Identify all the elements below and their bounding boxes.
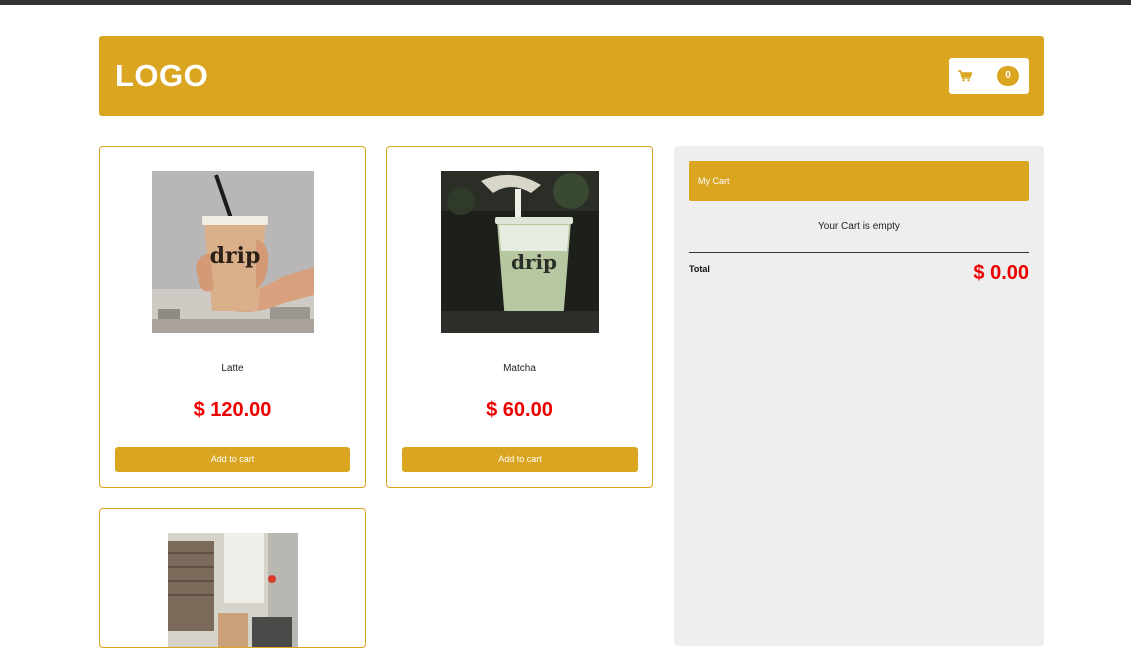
cart-empty-message: Your Cart is empty [818,221,900,232]
divider [689,252,1029,253]
total-value: $ 0.00 [973,262,1029,284]
cart-button[interactable]: 0 [949,58,1029,94]
cart-title-bar: My Cart [689,161,1029,201]
product-image-matcha[interactable]: drip [441,171,599,333]
add-to-cart-button[interactable]: Add to cart [115,447,350,472]
top-bar [0,0,1131,5]
cup-label: drip [210,243,261,269]
product-card-3 [99,508,366,648]
shopping-cart-icon [958,70,972,82]
product-card-matcha: drip Matcha $ 60.00 Add to cart [386,146,653,488]
product-name: Latte [221,363,244,374]
add-to-cart-button[interactable]: Add to cart [402,447,638,472]
product-image-3[interactable] [168,533,298,647]
product-price: $ 120.00 [193,399,272,421]
cart-title: My Cart [698,176,730,186]
product-image-latte[interactable]: drip [152,171,314,333]
product-price: $ 60.00 [486,399,553,421]
cart-count-badge: 0 [997,66,1019,86]
cart-panel: My Cart Your Cart is empty Total $ 0.00 [674,146,1044,646]
total-label: Total [689,264,710,274]
product-card-latte: drip Latte $ 120.00 Add to cart [99,146,366,488]
product-name: Matcha [503,363,536,374]
logo[interactable]: LOGO [115,58,208,94]
site-header: LOGO 0 [99,36,1044,116]
cup-label: drip [511,250,557,274]
